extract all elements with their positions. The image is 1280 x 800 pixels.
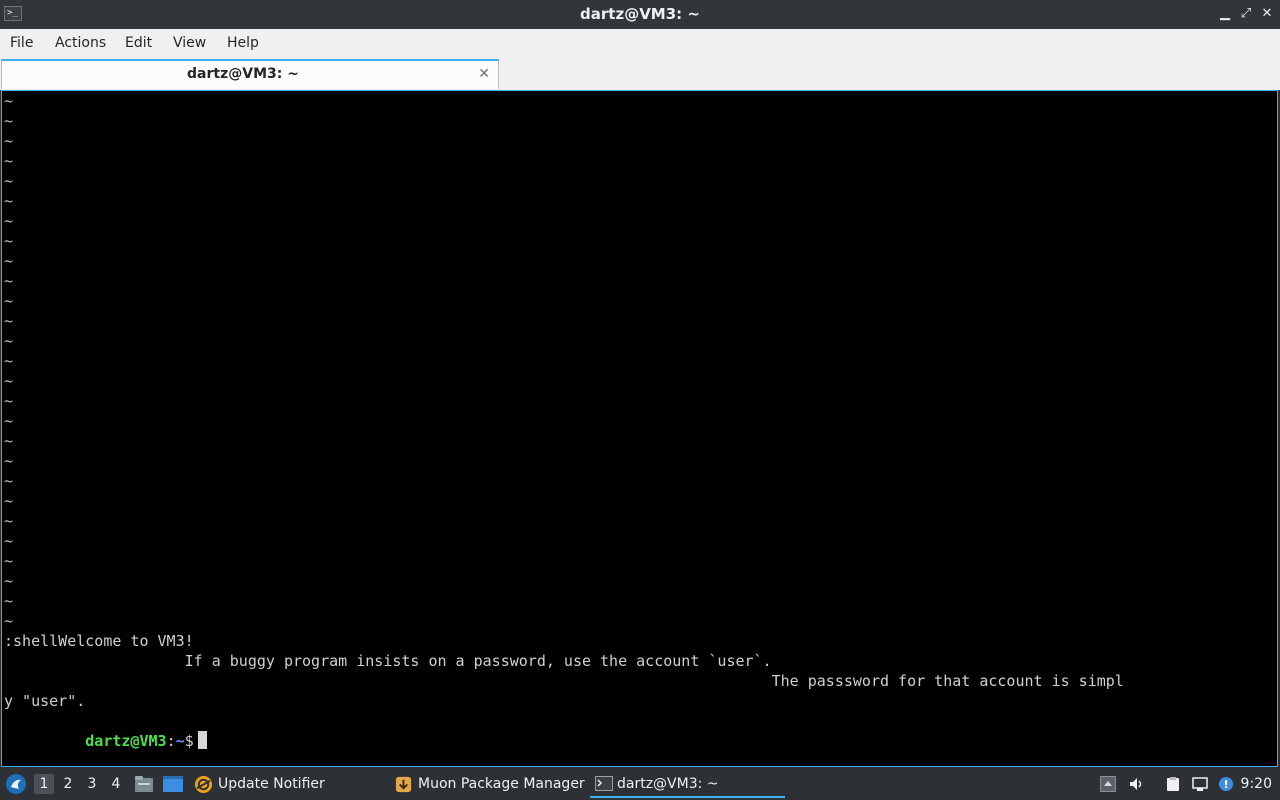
- task-label: Update Notifier: [218, 776, 325, 792]
- tab-terminal-session[interactable]: dartz@VM3: ~ ✕: [1, 59, 499, 89]
- terminal-view[interactable]: ~ ~ ~ ~ ~ ~ ~ ~ ~ ~ ~ ~ ~ ~ ~ ~ ~ ~ ~ ~ ~ ~ ~ ~ ~ ~ ~ :shellWelcom…: [1, 90, 1278, 767]
- text-cursor: [197, 731, 207, 749]
- terminal-output-line: y "user".: [4, 692, 86, 710]
- tab-label: dartz@VM3: ~: [187, 66, 299, 82]
- terminal-output-line: If a buggy program insists on a password…: [4, 652, 772, 670]
- empty-line-marker: ~: [4, 212, 14, 230]
- notification-icon[interactable]: [1218, 776, 1234, 792]
- empty-line-marker: ~: [4, 132, 14, 150]
- menubar: File Actions Edit View Help: [0, 29, 1280, 58]
- empty-line-marker: ~: [4, 452, 14, 470]
- empty-line-marker: ~: [4, 512, 14, 530]
- network-icon[interactable]: [1192, 776, 1208, 792]
- tab-close-icon[interactable]: ✕: [478, 64, 490, 84]
- empty-line-marker: ~: [4, 232, 14, 250]
- clipboard-icon[interactable]: [1165, 776, 1181, 792]
- prompt-separator: :: [166, 732, 176, 750]
- menu-edit[interactable]: Edit: [119, 29, 158, 57]
- empty-line-marker: ~: [4, 392, 14, 410]
- empty-line-marker: ~: [4, 92, 14, 110]
- show-desktop-icon[interactable]: [162, 775, 184, 793]
- empty-line-marker: ~: [4, 292, 14, 310]
- prompt-symbol: $: [184, 732, 194, 750]
- prompt-indent: [4, 732, 85, 750]
- prompt-path: ~: [175, 732, 185, 750]
- empty-line-marker: ~: [4, 592, 14, 610]
- empty-line-marker: ~: [4, 532, 14, 550]
- tray-arrow-up-icon[interactable]: [1100, 776, 1116, 792]
- terminal-output-line: :shellWelcome to VM3!: [4, 632, 194, 650]
- volume-icon[interactable]: [1128, 776, 1144, 792]
- package-manager-icon: [395, 776, 412, 793]
- window-titlebar: >_ dartz@VM3: ~ ▁ ⤢ ✕: [0, 0, 1280, 29]
- close-icon[interactable]: ✕: [1258, 5, 1276, 23]
- terminal-prompt-line[interactable]: dartz@VM3:~$: [4, 731, 207, 751]
- taskbar: 1 2 3 4 Update Notifier Muon Package Man…: [0, 768, 1280, 800]
- empty-line-marker: ~: [4, 572, 14, 590]
- file-manager-icon[interactable]: [134, 775, 154, 793]
- desktop-4-button[interactable]: 4: [106, 774, 126, 794]
- task-terminal[interactable]: dartz@VM3: ~: [590, 770, 785, 798]
- menu-view[interactable]: View: [167, 29, 212, 57]
- empty-line-marker: ~: [4, 312, 14, 330]
- empty-line-marker: ~: [4, 112, 14, 130]
- maximize-icon[interactable]: ⤢: [1237, 5, 1255, 23]
- empty-line-marker: ~: [4, 152, 14, 170]
- task-label: Muon Package Manager: [418, 776, 585, 792]
- empty-line-marker: ~: [4, 612, 14, 630]
- desktop-2-button[interactable]: 2: [58, 774, 78, 794]
- update-notifier-icon: [194, 775, 213, 794]
- empty-line-marker: ~: [4, 472, 14, 490]
- empty-line-marker: ~: [4, 272, 14, 290]
- menu-file[interactable]: File: [4, 29, 39, 57]
- empty-line-marker: ~: [4, 432, 14, 450]
- start-menu-icon[interactable]: [5, 773, 27, 795]
- terminal-output-line: The passsword for that account is simpl: [4, 672, 1124, 690]
- empty-line-marker: ~: [4, 172, 14, 190]
- terminal-icon: [595, 776, 613, 791]
- empty-line-marker: ~: [4, 412, 14, 430]
- desktop-1-button[interactable]: 1: [34, 774, 54, 794]
- tab-bar: dartz@VM3: ~ ✕: [0, 57, 1280, 90]
- minimize-icon[interactable]: ▁: [1216, 5, 1234, 23]
- menu-help[interactable]: Help: [221, 29, 265, 57]
- clock[interactable]: 9:20: [1241, 768, 1272, 800]
- desktop-3-button[interactable]: 3: [82, 774, 102, 794]
- empty-line-marker: ~: [4, 492, 14, 510]
- window-title: dartz@VM3: ~: [580, 5, 700, 23]
- task-label: dartz@VM3: ~: [617, 776, 719, 792]
- empty-line-marker: ~: [4, 352, 14, 370]
- menu-actions[interactable]: Actions: [49, 29, 112, 57]
- empty-line-marker: ~: [4, 332, 14, 350]
- empty-line-marker: ~: [4, 372, 14, 390]
- empty-line-marker: ~: [4, 552, 14, 570]
- empty-line-marker: ~: [4, 192, 14, 210]
- empty-line-marker: ~: [4, 252, 14, 270]
- prompt-user-host: dartz@VM3: [85, 732, 167, 750]
